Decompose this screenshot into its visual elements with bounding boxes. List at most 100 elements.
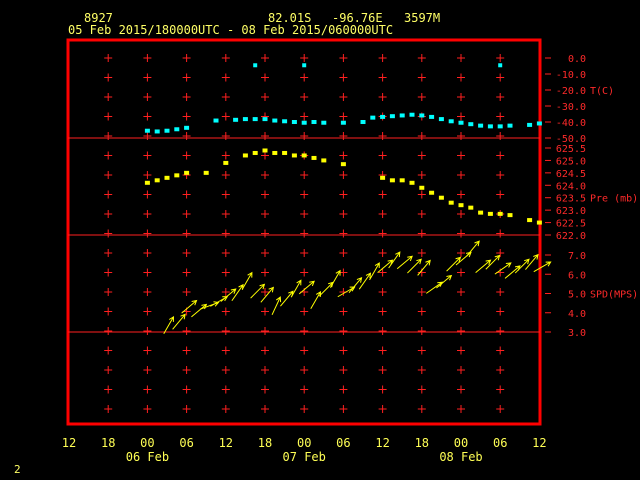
y-tick-label: 6.0 [568,270,586,281]
wind-arrow [191,303,208,318]
wind-arrow [525,253,539,270]
x-tick-label: 18 [101,436,115,450]
wind-arrow [163,315,175,335]
temperature-point [301,120,307,125]
wind-arrow [220,288,237,302]
pressure-point [448,200,454,205]
temperature-point [340,120,346,125]
temperature-point [302,63,307,68]
y-tick-label: 625.0 [556,156,586,167]
temperature-point [487,124,493,129]
wind-arrow [318,281,334,297]
wind-arrow [241,271,253,290]
wind-arrow [329,269,341,288]
temperature-point [448,119,454,124]
temperature-point [527,122,533,127]
x-tick-label: 18 [258,436,272,450]
y-tick-label: -20.0 [556,86,586,97]
series-label-temperature: T(C) [590,86,614,97]
pressure-point [311,155,317,160]
wind-arrow [388,251,401,269]
pressure-point [419,185,425,190]
pressure-point [272,150,278,155]
temperature-point [253,63,258,68]
y-tick-label: 4.0 [568,309,586,320]
temperature-point [360,120,366,124]
temperature-point [291,120,297,124]
x-tick-label: 00 [297,436,311,450]
x-tick-label: 12 [219,436,233,450]
temperature-point [429,114,435,119]
y-tick-label: 624.0 [556,181,586,192]
y-tick-label: 624.5 [556,169,586,180]
wind-arrow [348,276,363,294]
pressure-point [399,178,405,183]
x-tick-label: 00 [140,436,154,450]
pressure-point [340,162,346,167]
pressure-point [184,170,190,175]
pressure-point [536,220,542,225]
y-tick-label: 0.0 [568,54,586,65]
wind-arrow [466,240,480,257]
pressure-point [301,153,307,158]
pressure-point [429,190,435,195]
pressure-point [409,180,415,185]
y-tick-label: 623.0 [556,206,586,217]
pressure-point [478,210,484,215]
temperature-point [213,118,219,123]
wind-arrow [231,283,244,302]
pressure-point [262,148,268,153]
pressure-point [497,211,503,216]
x-tick-label: 06 [336,436,350,450]
meteogram-plot: 12 18 00 06 12 18 00 06 12 18 00 06 12 06 Feb 07 Feb 08… [62,38,638,464]
y-tick-label: 623.5 [556,194,586,205]
y-tick-label: 625.5 [556,144,586,155]
temperature-point [144,128,150,133]
pressure-point [507,213,513,218]
temperature-point [370,115,376,120]
temperature-point [468,122,474,127]
temperature-point [389,114,395,119]
x-tick-label: 12 [62,436,76,450]
wind-arrow [425,281,444,294]
wind-arrow [369,262,380,281]
temperature-point [154,129,160,134]
wind-arrow [396,255,413,270]
pressure-point [291,153,297,158]
wind-arrow [310,290,322,310]
wind-arrow [533,261,552,273]
day-label: 06 Feb [126,450,169,464]
temperature-point [380,114,386,119]
pressure-point [164,175,170,180]
temperature-point [282,119,288,124]
pressure-point [154,178,160,183]
y-tick-label: -10.0 [556,70,586,81]
wind-arrow [436,274,453,289]
y-tick-label: -40.0 [556,118,586,129]
x-tick-label: 06 [179,436,193,450]
pressure-point [468,205,474,210]
series-label-pressure: Pre (mb) [590,194,638,205]
pressure-point [242,153,248,158]
x-tick-label: 00 [454,436,468,450]
pressure-point [487,211,493,216]
pressure-point [144,180,150,185]
temperature-point [458,120,464,125]
pressure-point [252,150,258,155]
temperature-point [507,123,513,128]
temperature-point [164,128,170,133]
x-tick-label: 12 [532,436,546,450]
temperature-point [242,117,248,122]
y-tick-label: 3.0 [568,328,586,339]
pressure-point [174,173,180,178]
wind-arrow [250,283,266,299]
pressure-point [380,175,386,180]
y-tick-label: 622.0 [556,231,586,242]
temperature-point [321,120,327,125]
wind-arrow [260,286,275,303]
temperature-point [174,127,180,132]
y-tick-label: 7.0 [568,251,586,262]
temperature-point [478,123,484,128]
temperature-point [419,113,425,118]
x-tick-label: 06 [493,436,507,450]
